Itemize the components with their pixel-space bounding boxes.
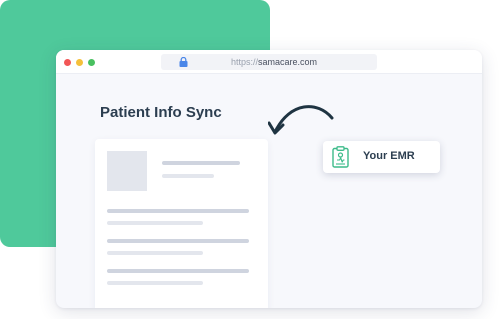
text-line-placeholder: [107, 221, 203, 225]
text-line-placeholder: [107, 239, 249, 243]
curved-arrow-icon: [268, 105, 334, 135]
text-line-placeholder: [107, 209, 249, 213]
address-bar[interactable]: https://samacare.com: [161, 54, 377, 70]
minimize-window-button[interactable]: [76, 59, 83, 66]
emr-card: Your EMR: [323, 141, 440, 173]
text-line-placeholder: [107, 281, 203, 285]
url-host: samacare.com: [258, 57, 318, 67]
page-title: Patient Info Sync: [100, 104, 222, 121]
maximize-window-button[interactable]: [88, 59, 95, 66]
clipboard-icon: [332, 146, 349, 168]
emr-label: Your EMR: [363, 150, 415, 162]
document-image-placeholder: [107, 151, 147, 191]
text-line-placeholder: [162, 174, 214, 178]
text-line-placeholder: [162, 161, 240, 165]
browser-window: https://samacare.com Patient Info Sync: [56, 50, 482, 308]
browser-titlebar: https://samacare.com: [56, 50, 482, 74]
close-window-button[interactable]: [64, 59, 71, 66]
lock-icon: [179, 57, 188, 67]
text-line-placeholder: [107, 251, 203, 255]
text-line-placeholder: [107, 269, 249, 273]
patient-document-card: [95, 139, 268, 308]
url-text: https://samacare.com: [231, 56, 317, 68]
url-protocol: https://: [231, 57, 259, 67]
